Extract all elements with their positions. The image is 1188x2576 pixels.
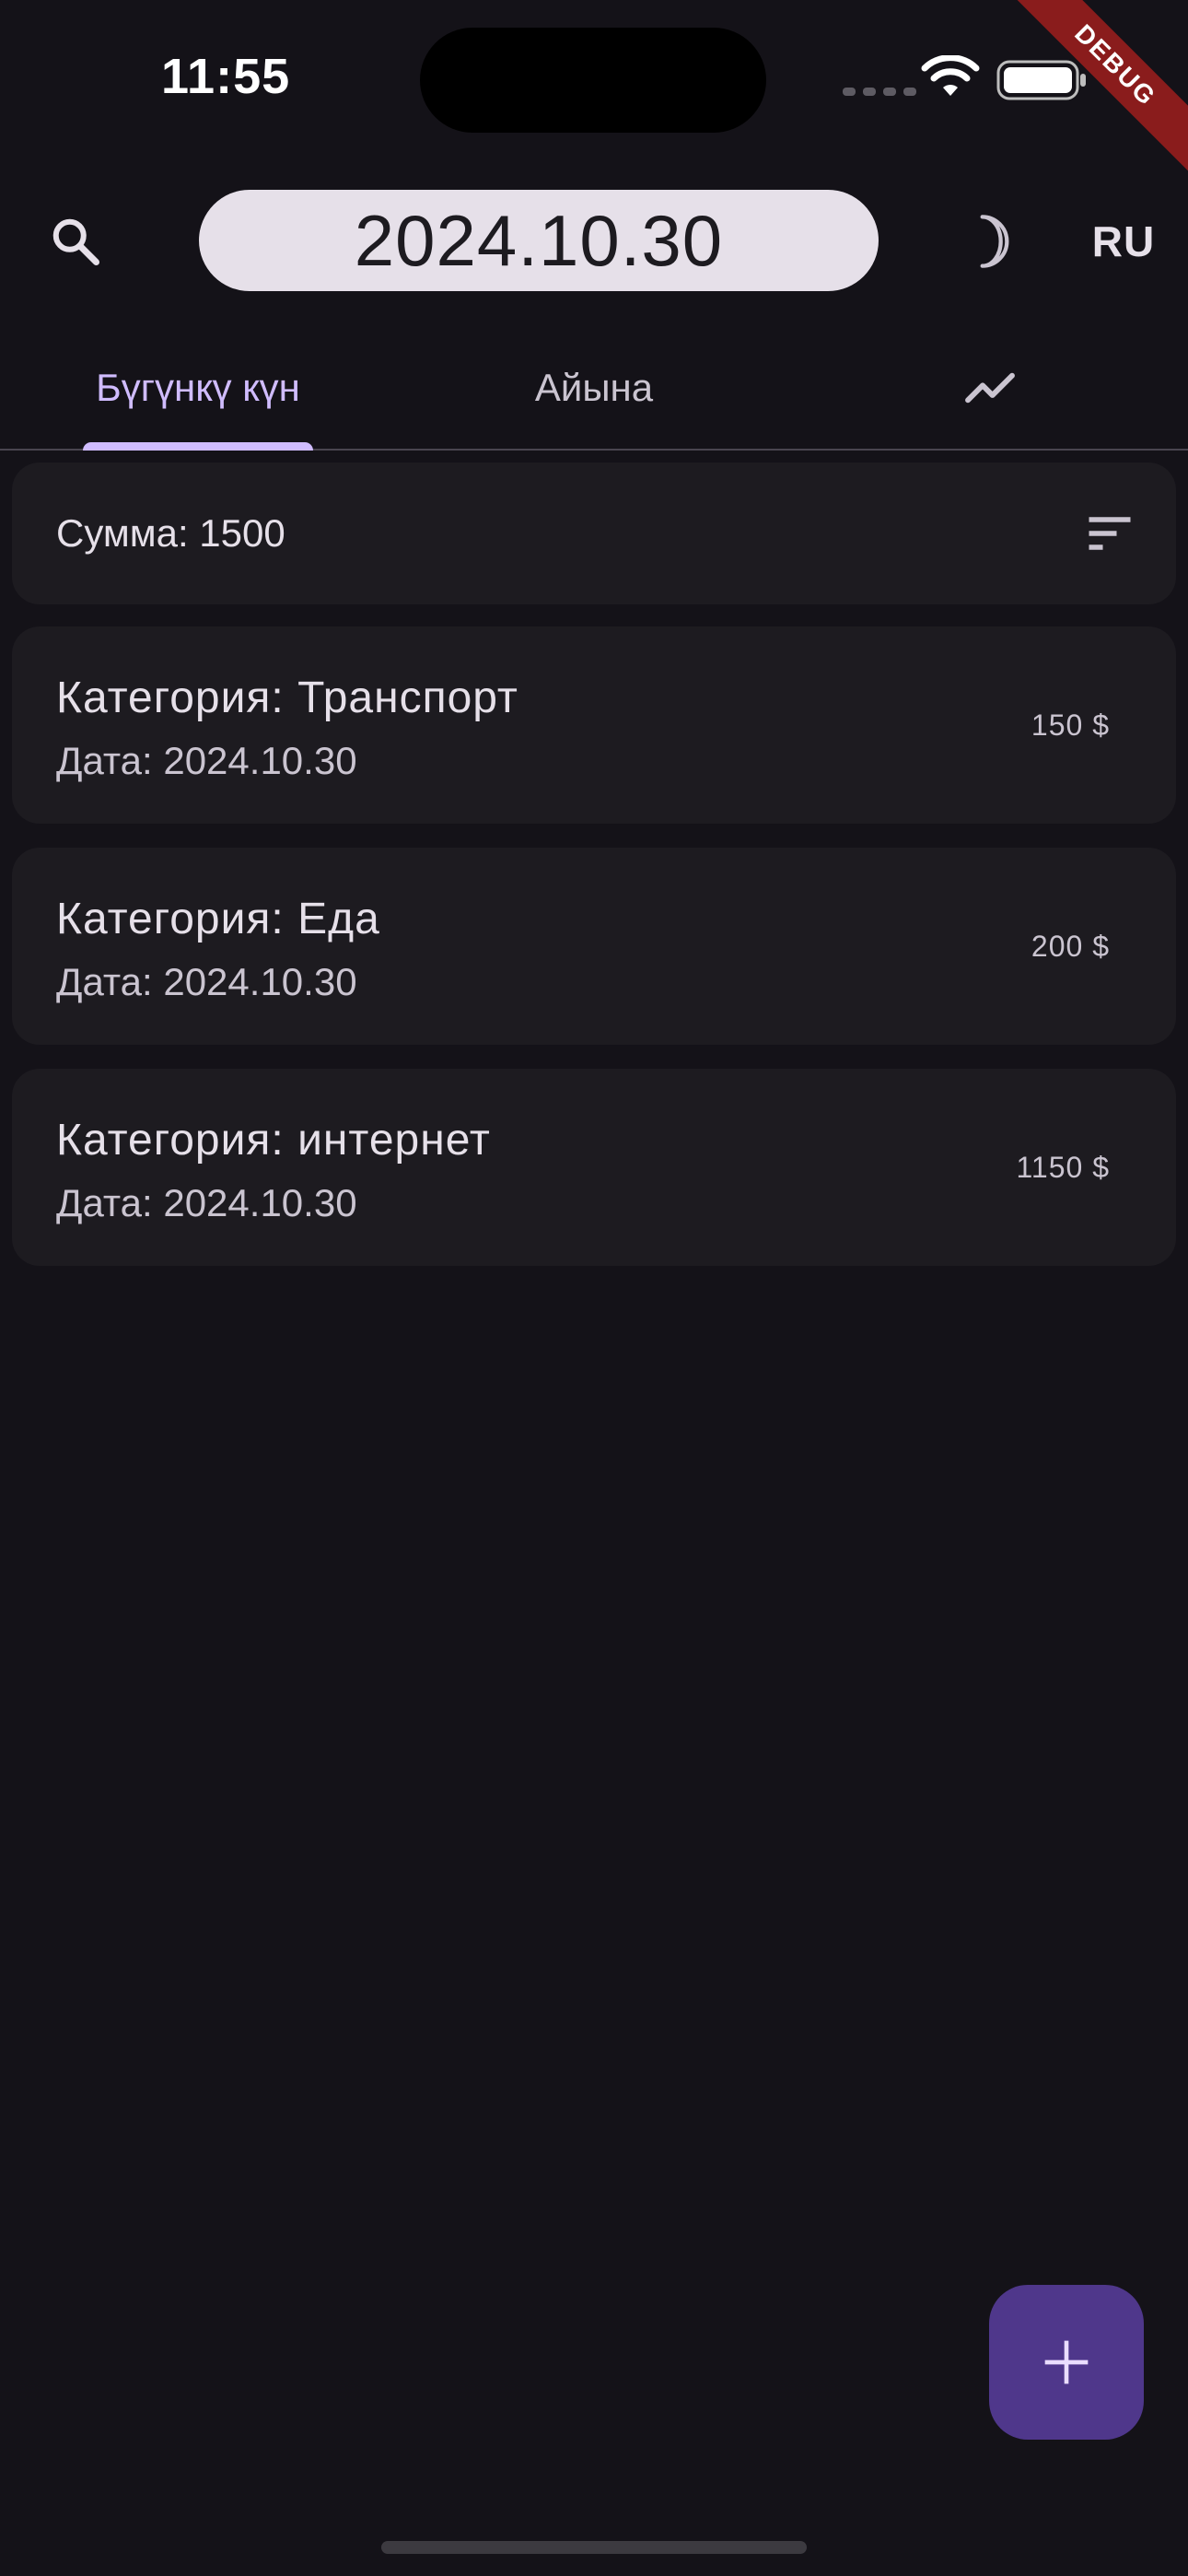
- expense-date: Дата: 2024.10.30: [56, 960, 357, 1003]
- status-time: 11:55: [161, 49, 291, 104]
- debug-banner-label: DEBUG: [1004, 0, 1188, 177]
- expense-amount: 1150 $: [1016, 1151, 1110, 1184]
- sort-icon: [1089, 517, 1131, 550]
- tab-bar: Бүгүнкү күн Айына: [0, 327, 1188, 451]
- theme-toggle-button[interactable]: [949, 203, 1026, 280]
- tab-today[interactable]: Бүгүнкү күн: [55, 327, 341, 449]
- expense-amount: 150 $: [1031, 708, 1110, 742]
- expense-item[interactable]: Категория: Транспорт Дата: 2024.10.30 15…: [12, 626, 1176, 824]
- language-button[interactable]: RU: [1077, 208, 1170, 275]
- cellular-signal-icon: [843, 88, 916, 96]
- trending-chart-icon: [965, 372, 1015, 404]
- dynamic-island: [420, 28, 766, 133]
- search-icon: [52, 218, 99, 265]
- search-button[interactable]: [37, 203, 114, 280]
- add-expense-button[interactable]: [989, 2285, 1144, 2440]
- date-selector-button[interactable]: 2024.10.30: [199, 190, 879, 291]
- tab-month-label: Айына: [534, 366, 654, 409]
- expense-category: Категория: интернет: [56, 1116, 491, 1165]
- wifi-icon: [921, 55, 980, 96]
- debug-banner: DEBUG: [1004, 0, 1188, 184]
- expense-category: Категория: Еда: [56, 895, 380, 943]
- total-sum: Сумма: 1500: [56, 511, 285, 555]
- home-indicator[interactable]: [381, 2541, 807, 2554]
- expense-category: Категория: Транспорт: [56, 673, 518, 722]
- add-icon: [1044, 2340, 1089, 2384]
- expense-item[interactable]: Категория: интернет Дата: 2024.10.30 115…: [12, 1069, 1176, 1266]
- expense-item[interactable]: Категория: Еда Дата: 2024.10.30 200 $: [12, 848, 1176, 1045]
- crescent-moon-icon: [980, 215, 1009, 268]
- tab-today-label: Бүгүнкү күн: [96, 366, 300, 409]
- tab-indicator: [83, 442, 313, 451]
- summary-card: Сумма: 1500: [12, 463, 1176, 604]
- expense-date: Дата: 2024.10.30: [56, 1181, 357, 1224]
- sort-button[interactable]: [1073, 497, 1147, 570]
- tab-statistics[interactable]: [884, 327, 1096, 449]
- tab-month[interactable]: Айына: [460, 327, 728, 449]
- expense-amount: 200 $: [1031, 930, 1110, 963]
- expense-date: Дата: 2024.10.30: [56, 739, 357, 782]
